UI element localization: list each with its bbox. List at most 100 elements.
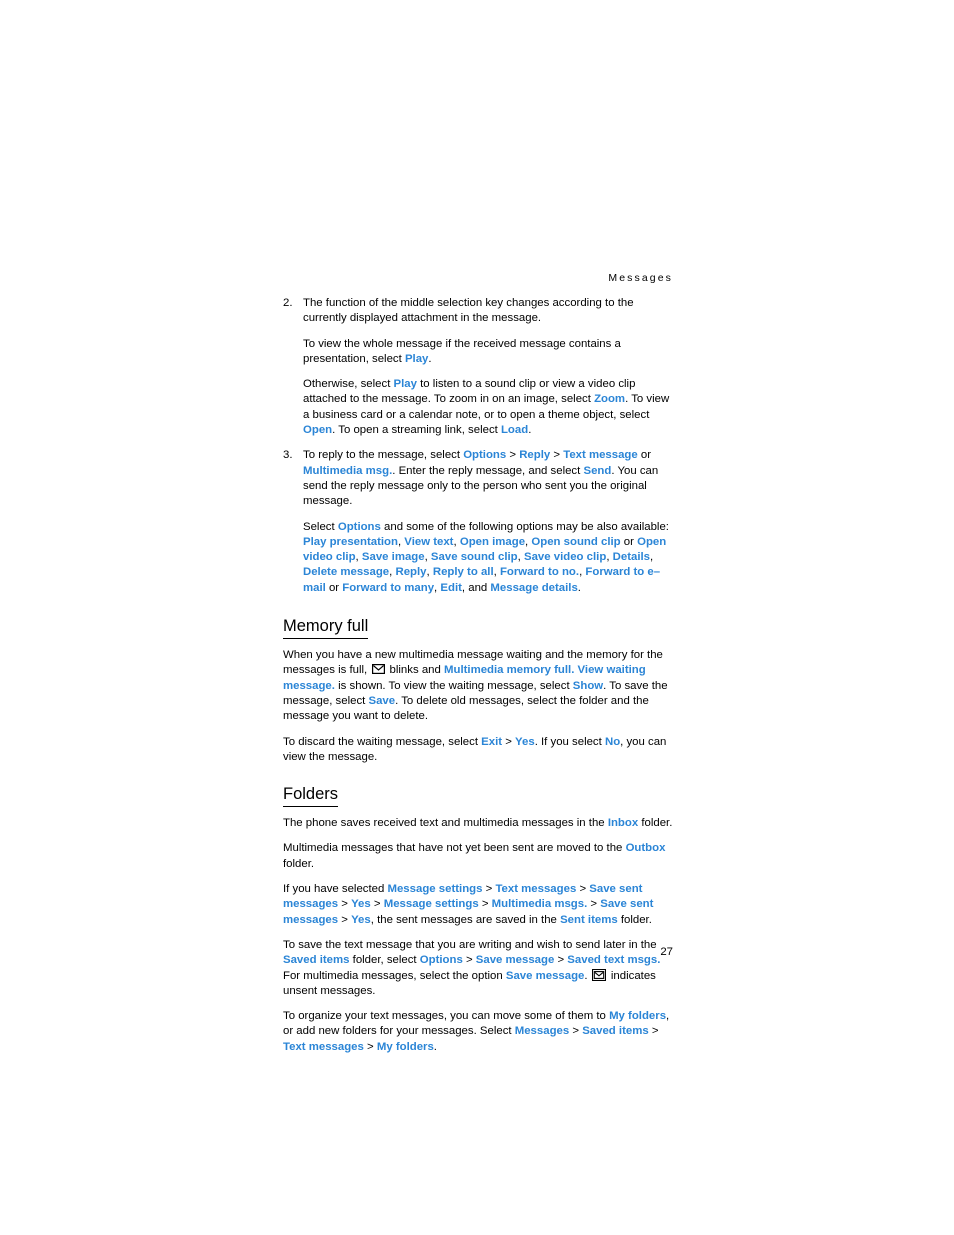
list-item-number: 2.: [283, 297, 293, 309]
ui-term: Reply to all: [432, 566, 494, 579]
body-text: For multimedia messages, select the opti…: [283, 969, 506, 982]
section-heading: Folders: [283, 784, 339, 808]
ui-term: Show: [572, 679, 604, 692]
body-text: Multimedia messages that have not yet be…: [283, 842, 626, 855]
page-number: 27: [660, 946, 673, 958]
path-separator: >: [462, 954, 476, 967]
body-text: Otherwise, select: [303, 378, 394, 391]
ui-term: Open sound clip: [531, 535, 621, 548]
ui-term: Save message: [475, 954, 555, 967]
body-text: Select: [303, 520, 338, 533]
ui-term: Zoom: [594, 393, 626, 406]
ui-term: Forward to many: [342, 581, 435, 594]
section-heading-wrap: Memory full: [283, 616, 674, 640]
path-separator: >: [550, 449, 564, 462]
body-text: .: [433, 1040, 437, 1053]
body-text: , and: [461, 581, 491, 594]
ui-term: Reply: [519, 449, 551, 462]
paragraph: To organize your text messages, you can …: [283, 1009, 674, 1055]
path-separator: >: [370, 898, 384, 911]
ui-term: Outbox: [625, 842, 666, 855]
ui-term: My folders: [376, 1040, 434, 1053]
path-separator: >: [506, 449, 520, 462]
ui-term: Options: [419, 954, 463, 967]
ui-term: Save video clip: [524, 551, 607, 564]
ui-term: Details: [612, 551, 651, 564]
path-separator: >: [338, 898, 352, 911]
body-text: . Enter the reply message, and select: [392, 464, 584, 477]
body-text: folder.: [638, 817, 673, 830]
ui-term: Send: [583, 464, 612, 477]
ui-term: Messages: [514, 1025, 570, 1038]
body-text: The phone saves received text and multim…: [283, 817, 608, 830]
ui-term: Save image: [361, 551, 425, 564]
ui-term: Multimedia msg.: [303, 464, 393, 477]
ui-term: No: [604, 735, 621, 748]
ui-term: Load: [500, 424, 529, 437]
ui-term: Edit: [440, 581, 462, 594]
ui-term: Text message: [563, 449, 638, 462]
ui-term: Play: [393, 378, 417, 391]
ui-term: Saved items: [582, 1025, 649, 1038]
ui-term: Save: [368, 694, 396, 707]
ui-term: Text messages: [495, 883, 577, 896]
body-text: .: [428, 352, 432, 365]
paragraph: Otherwise, select Play to listen to a so…: [303, 377, 674, 438]
body-text: If you have selected: [283, 883, 388, 896]
paragraph: To discard the waiting message, select E…: [283, 735, 674, 766]
ui-term: Inbox: [607, 817, 639, 830]
ui-term: My folders: [609, 1010, 667, 1023]
path-separator: >: [569, 1025, 583, 1038]
ui-term: Open image: [459, 535, 526, 548]
body-text: To reply to the message, select: [303, 449, 464, 462]
paragraph: To reply to the message, select Options …: [303, 448, 674, 509]
path-separator: >: [482, 883, 496, 896]
path-separator: >: [554, 954, 568, 967]
ui-term: Message settings: [387, 883, 483, 896]
path-separator: >: [478, 898, 492, 911]
ui-term: Message details: [490, 581, 578, 594]
ui-term: Sent items: [560, 913, 618, 926]
list-item-number: 3.: [283, 449, 293, 462]
path-separator: >: [648, 1025, 659, 1038]
path-separator: >: [502, 735, 516, 748]
sections-container: Memory full When you have a new multimedi…: [283, 616, 674, 1055]
ui-term: View text: [404, 535, 454, 548]
body-text: blinks and: [386, 664, 444, 677]
body-text: or: [620, 535, 638, 548]
body-text: , the sent messages are saved in the: [370, 913, 561, 926]
body-text: or: [637, 449, 652, 462]
body-text: To discard the waiting message, select: [283, 735, 482, 748]
ui-term: Message settings: [383, 898, 479, 911]
path-separator: >: [587, 898, 601, 911]
ui-term: Reply: [395, 566, 427, 579]
ui-term: Play presentation: [303, 535, 398, 548]
section-heading: Memory full: [283, 616, 369, 640]
path-separator: >: [363, 1040, 377, 1053]
body-text: To view the whole message if the receive…: [303, 337, 621, 365]
body-text: is shown. To view the waiting message, s…: [334, 679, 573, 692]
paragraph: The function of the middle selection key…: [303, 296, 674, 327]
section-heading-wrap: Folders: [283, 784, 674, 808]
body-text: The function of the middle selection key…: [303, 297, 634, 325]
body-text: folder, select: [349, 954, 420, 967]
ui-term: Yes: [351, 898, 371, 911]
body-text: To organize your text messages, you can …: [283, 1010, 610, 1023]
ui-term: Saved items: [283, 954, 350, 967]
running-header: Messages: [608, 272, 673, 284]
list-item: 3. To reply to the message, select Option…: [283, 448, 674, 596]
ui-term: Play: [404, 352, 429, 365]
paragraph: Multimedia messages that have not yet be…: [283, 841, 674, 872]
body-text: .: [528, 424, 532, 437]
body-text: or: [325, 581, 343, 594]
envelope-boxed-icon: [592, 968, 607, 981]
ui-term: Yes: [515, 735, 535, 748]
body-text: . If you select: [534, 735, 605, 748]
paragraph: If you have selected Message settings > …: [283, 882, 674, 928]
envelope-icon: [371, 664, 385, 675]
ui-term: Exit: [481, 735, 503, 748]
path-separator: >: [338, 913, 352, 926]
ui-term: Save sound clip: [430, 551, 518, 564]
paragraph: The phone saves received text and multim…: [283, 816, 674, 831]
manual-page: Messages 2. The function of the middle se…: [0, 0, 954, 1235]
